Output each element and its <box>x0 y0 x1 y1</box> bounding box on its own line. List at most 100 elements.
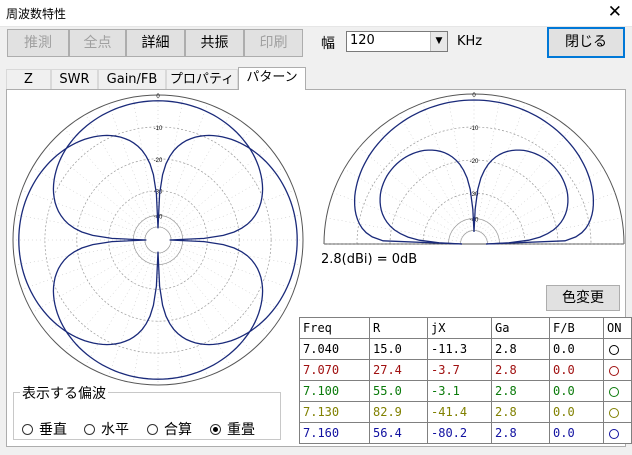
cell-jx: -3.7 <box>427 359 492 381</box>
grid-spoke <box>482 128 571 234</box>
table-row[interactable]: 7.070 27.4 -3.7 2.8 0.0 <box>299 359 632 381</box>
cell-on[interactable] <box>603 338 632 360</box>
cell-jx: -11.3 <box>427 338 492 360</box>
radio-combined-label: 合算 <box>164 422 192 438</box>
radio-overlay-label: 重畳 <box>227 422 255 438</box>
grid-ring <box>144 226 172 254</box>
radio-horizontal[interactable]: 水平 <box>84 419 129 439</box>
cell-ga: 2.8 <box>491 401 550 423</box>
cell-r: 82.9 <box>369 401 428 423</box>
horizontal-pattern-chart: 0-10-20-30-40 <box>12 94 304 386</box>
grid-spoke <box>169 246 284 313</box>
cell-ga: 2.8 <box>491 338 550 360</box>
radio-dot-icon[interactable] <box>22 424 33 435</box>
grid-spoke <box>160 252 184 383</box>
cell-ga: 2.8 <box>491 422 550 444</box>
column-header-freq: Freq <box>299 317 370 339</box>
polarization-legend: 表示する偏波 <box>20 383 108 403</box>
grid-spoke <box>164 251 231 366</box>
grid-spoke <box>358 147 464 236</box>
radio-dot-checked-icon[interactable] <box>210 424 221 435</box>
cell-fb: 0.0 <box>549 401 604 423</box>
cell-jx: -41.4 <box>427 401 492 423</box>
grid-spoke <box>377 128 466 234</box>
grid-spoke <box>480 113 550 233</box>
grid-ring <box>108 190 208 290</box>
grid-spoke <box>160 97 184 228</box>
grid-spoke <box>15 242 146 266</box>
polarization-group: 表示する偏波 垂直 水平 合算 重畳 <box>13 383 281 440</box>
grid-spoke <box>64 249 150 352</box>
grid-spoke <box>15 214 146 238</box>
status-bar <box>0 447 632 455</box>
grid-spoke <box>132 252 156 383</box>
grid-spoke <box>484 147 590 236</box>
gain-reference-label: 2.8(dBi) = 0dB <box>321 252 418 267</box>
cell-r: 56.4 <box>369 422 428 444</box>
grid-spoke <box>46 146 149 232</box>
radio-dot-icon[interactable] <box>147 424 158 435</box>
on-toggle-icon[interactable] <box>609 407 619 418</box>
cell-ga: 2.8 <box>491 380 550 402</box>
cell-on[interactable] <box>603 422 632 444</box>
table-header-row: Freq R jX Ga F/B ON <box>299 317 632 339</box>
grid-spoke <box>46 248 149 334</box>
on-toggle-icon[interactable] <box>609 365 619 376</box>
column-header-on: ON <box>603 317 632 339</box>
grid-spoke <box>169 167 284 234</box>
on-toggle-icon[interactable] <box>609 428 619 439</box>
cell-on[interactable] <box>603 401 632 423</box>
grid-spoke <box>132 97 156 228</box>
grid-spoke <box>166 249 252 352</box>
cell-on[interactable] <box>603 380 632 402</box>
grid-spoke <box>32 246 147 313</box>
grid-ring <box>76 158 240 322</box>
grid-spoke <box>170 242 301 266</box>
cell-freq: 7.070 <box>299 359 370 381</box>
grid-spoke <box>64 128 150 231</box>
table-row[interactable]: 7.100 55.0 -3.1 2.8 0.0 <box>299 380 632 402</box>
radio-combined[interactable]: 合算 <box>147 419 192 439</box>
radio-vertical[interactable]: 垂直 <box>22 419 67 439</box>
radio-dot-icon[interactable] <box>84 424 95 435</box>
cell-freq: 7.100 <box>299 380 370 402</box>
radio-vertical-label: 垂直 <box>39 422 67 438</box>
grid-spoke <box>398 113 468 233</box>
ring-label: -10 <box>154 126 163 132</box>
tab-pattern[interactable]: パターン <box>238 67 306 90</box>
radio-horizontal-label: 水平 <box>101 422 129 438</box>
ring-label: -30 <box>154 190 163 196</box>
cell-fb: 0.0 <box>549 380 604 402</box>
on-toggle-icon[interactable] <box>609 344 619 355</box>
grid-spoke <box>85 114 152 229</box>
column-header-fb: F/B <box>549 317 604 339</box>
on-toggle-icon[interactable] <box>609 386 619 397</box>
cell-jx: -80.2 <box>427 422 492 444</box>
grid-spoke <box>32 167 147 234</box>
frequency-table: Freq R jX Ga F/B ON 7.040 15.0 -11.3 2.8 0.0… <box>299 317 632 444</box>
cell-on[interactable] <box>603 359 632 381</box>
cell-jx: -3.1 <box>427 380 492 402</box>
cell-r: 55.0 <box>369 380 428 402</box>
ring-label: -10 <box>470 126 479 132</box>
cell-ga: 2.8 <box>491 359 550 381</box>
cell-freq: 7.130 <box>299 401 370 423</box>
ring-label: -20 <box>470 159 479 165</box>
cell-r: 27.4 <box>369 359 428 381</box>
grid-spoke <box>164 114 231 229</box>
table-row[interactable]: 7.160 56.4 -80.2 2.8 0.0 <box>299 422 632 444</box>
grid-spoke <box>167 248 270 334</box>
grid-spoke <box>85 251 152 366</box>
grid-spoke <box>166 128 252 231</box>
cell-fb: 0.0 <box>549 338 604 360</box>
radio-overlay[interactable]: 重畳 <box>210 419 255 439</box>
table-row[interactable]: 7.040 15.0 -11.3 2.8 0.0 <box>299 338 632 360</box>
table-row[interactable]: 7.130 82.9 -41.4 2.8 0.0 <box>299 401 632 423</box>
change-color-button[interactable]: 色変更 <box>546 285 620 311</box>
cell-r: 15.0 <box>369 338 428 360</box>
cell-fb: 0.0 <box>549 359 604 381</box>
column-header-r: R <box>369 317 428 339</box>
vertical-pattern-chart: 0-10-20-30-40 <box>323 93 625 245</box>
column-header-jx: jX <box>427 317 492 339</box>
cell-fb: 0.0 <box>549 422 604 444</box>
